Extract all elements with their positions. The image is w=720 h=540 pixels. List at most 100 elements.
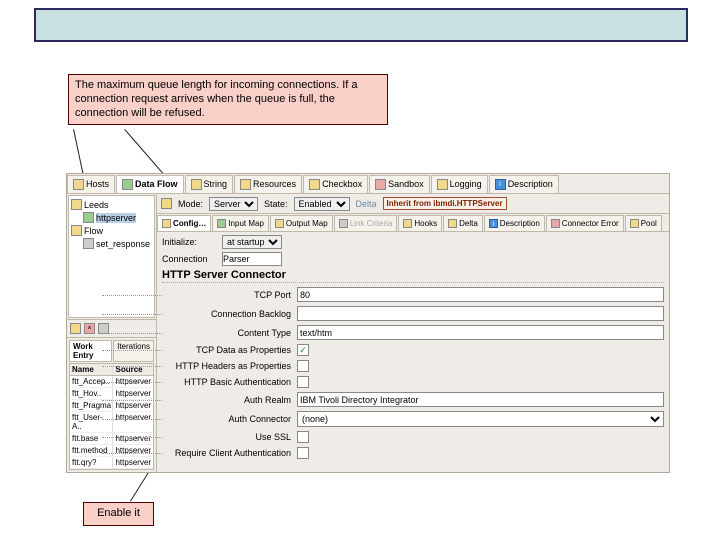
tree-toolbar: ×: [67, 319, 156, 337]
client-auth-check[interactable]: [297, 447, 309, 459]
tab-label: Logging: [450, 179, 482, 189]
tab-resources[interactable]: Resources: [234, 175, 302, 193]
table-row[interactable]: ftt.methodhttpserver: [70, 445, 153, 457]
tab-iterations[interactable]: Iterations: [113, 340, 154, 362]
tab-sandbox[interactable]: Sandbox: [369, 175, 430, 193]
sub-tab-strip: Config… Input Map Output Map Link Criter…: [157, 214, 669, 232]
tcp-props-check[interactable]: ✓: [297, 344, 309, 356]
field-label: TCP Data as Properties: [162, 345, 297, 355]
tab-checkbox[interactable]: Checkbox: [303, 175, 368, 193]
table-row[interactable]: ftt_Pragmahttpserver: [70, 400, 153, 412]
string-icon: [191, 179, 202, 190]
logging-icon: [437, 179, 448, 190]
subtab-pool[interactable]: Pool: [625, 215, 662, 231]
tree-label: httpserver: [96, 213, 136, 223]
section-title: HTTP Server Connector: [162, 269, 664, 283]
remove-icon[interactable]: ×: [84, 323, 95, 334]
table-row[interactable]: ftt.basehttpserver: [70, 433, 153, 445]
script-icon: [83, 238, 94, 249]
out-icon: [275, 219, 284, 228]
callout-enable: Enable it: [83, 502, 154, 526]
state-select[interactable]: Enabled: [294, 197, 350, 211]
checkbox-icon: [309, 179, 320, 190]
right-panel: Mode: Server State: Enabled Delta Inheri…: [157, 194, 669, 472]
tree-label: Flow: [84, 226, 103, 236]
tab-label: Data Flow: [135, 179, 178, 189]
tab-string[interactable]: String: [185, 175, 234, 193]
sandbox-icon: [375, 179, 386, 190]
delta-icon: [448, 219, 457, 228]
table-row[interactable]: ftt.qry?httpserver: [70, 457, 153, 469]
tree-node-selected[interactable]: httpserver: [71, 211, 152, 224]
tab-label: String: [204, 179, 228, 189]
config-icon: [162, 219, 171, 228]
auth-realm-input[interactable]: [297, 392, 664, 407]
init-select[interactable]: at startup: [222, 235, 282, 249]
tree-node[interactable]: Flow: [71, 224, 152, 237]
init-label: Initialize:: [162, 237, 222, 247]
subtab-hooks[interactable]: Hooks: [398, 215, 442, 231]
tab-label: Checkbox: [322, 179, 362, 189]
hook-icon: [403, 219, 412, 228]
tab-label: Sandbox: [388, 179, 424, 189]
subtab-config[interactable]: Config…: [157, 215, 211, 231]
connector-icon: [161, 198, 172, 209]
work-entry-panel: Work Entry Iterations NameSource ftt_Acc…: [67, 337, 156, 472]
in-icon: [217, 219, 226, 228]
connection-label: Connection: [162, 254, 222, 264]
mode-select[interactable]: Server: [209, 197, 258, 211]
inherit-button[interactable]: Inherit from ibmdi.HTTPServer: [383, 197, 507, 210]
config-area: Initialize: at startup Connection HTTP S…: [157, 232, 669, 466]
error-icon: [551, 219, 560, 228]
add-icon[interactable]: [70, 323, 81, 334]
info-icon: i: [495, 179, 506, 190]
assembly-tree[interactable]: Leeds httpserver Flow set_response: [68, 195, 155, 318]
use-ssl-check[interactable]: [297, 431, 309, 443]
field-label: Use SSL: [162, 432, 297, 442]
tab-logging[interactable]: Logging: [431, 175, 488, 193]
link-icon: [339, 219, 348, 228]
field-label: HTTP Headers as Properties: [162, 361, 297, 371]
backlog-input[interactable]: [297, 306, 664, 321]
delta-label[interactable]: Delta: [356, 199, 377, 209]
flow-icon: [122, 179, 133, 190]
resources-icon: [240, 179, 251, 190]
title-bar: [34, 8, 688, 42]
subtab-conn-error[interactable]: Connector Error: [546, 215, 624, 231]
table-row[interactable]: ftt_User-A..httpserver: [70, 412, 153, 433]
folder-icon: [71, 199, 82, 210]
callout-queue: The maximum queue length for incoming co…: [68, 74, 388, 125]
table-row[interactable]: ftt_Hov..httpserver: [70, 388, 153, 400]
tab-description[interactable]: iDescription: [489, 175, 559, 193]
tcp-port-input[interactable]: [297, 287, 664, 302]
field-label: TCP Port: [162, 290, 297, 300]
host-icon: [73, 179, 84, 190]
mode-label: Mode:: [178, 199, 203, 209]
subtab-description[interactable]: iDescription: [484, 215, 545, 231]
connection-parser-input[interactable]: [222, 252, 282, 266]
tab-label: Description: [508, 179, 553, 189]
headers-props-check[interactable]: [297, 360, 309, 372]
tree-label: Leeds: [84, 200, 109, 210]
state-label: State:: [264, 199, 288, 209]
content-type-input[interactable]: [297, 325, 664, 340]
subtab-delta[interactable]: Delta: [443, 215, 483, 231]
subtab-output-map[interactable]: Output Map: [270, 215, 333, 231]
tab-work-entry[interactable]: Work Entry: [69, 340, 112, 362]
application-window: Hosts Data Flow String Resources Checkbo…: [66, 173, 670, 473]
field-label: HTTP Basic Authentication: [162, 377, 297, 387]
tab-hosts[interactable]: Hosts: [67, 175, 115, 193]
tree-label: set_response: [96, 239, 150, 249]
tab-data-flow[interactable]: Data Flow: [116, 175, 184, 193]
field-label: Auth Realm: [162, 395, 297, 405]
subtab-input-map[interactable]: Input Map: [212, 215, 269, 231]
basic-auth-check[interactable]: [297, 376, 309, 388]
tab-label: Hosts: [86, 179, 109, 189]
pool-icon: [630, 219, 639, 228]
field-label: Require Client Authentication: [162, 448, 297, 458]
connector-icon: [83, 212, 94, 223]
tree-node[interactable]: set_response: [71, 237, 152, 250]
tab-label: Resources: [253, 179, 296, 189]
auth-connector-select[interactable]: (none): [297, 411, 664, 427]
tree-node[interactable]: Leeds: [71, 198, 152, 211]
